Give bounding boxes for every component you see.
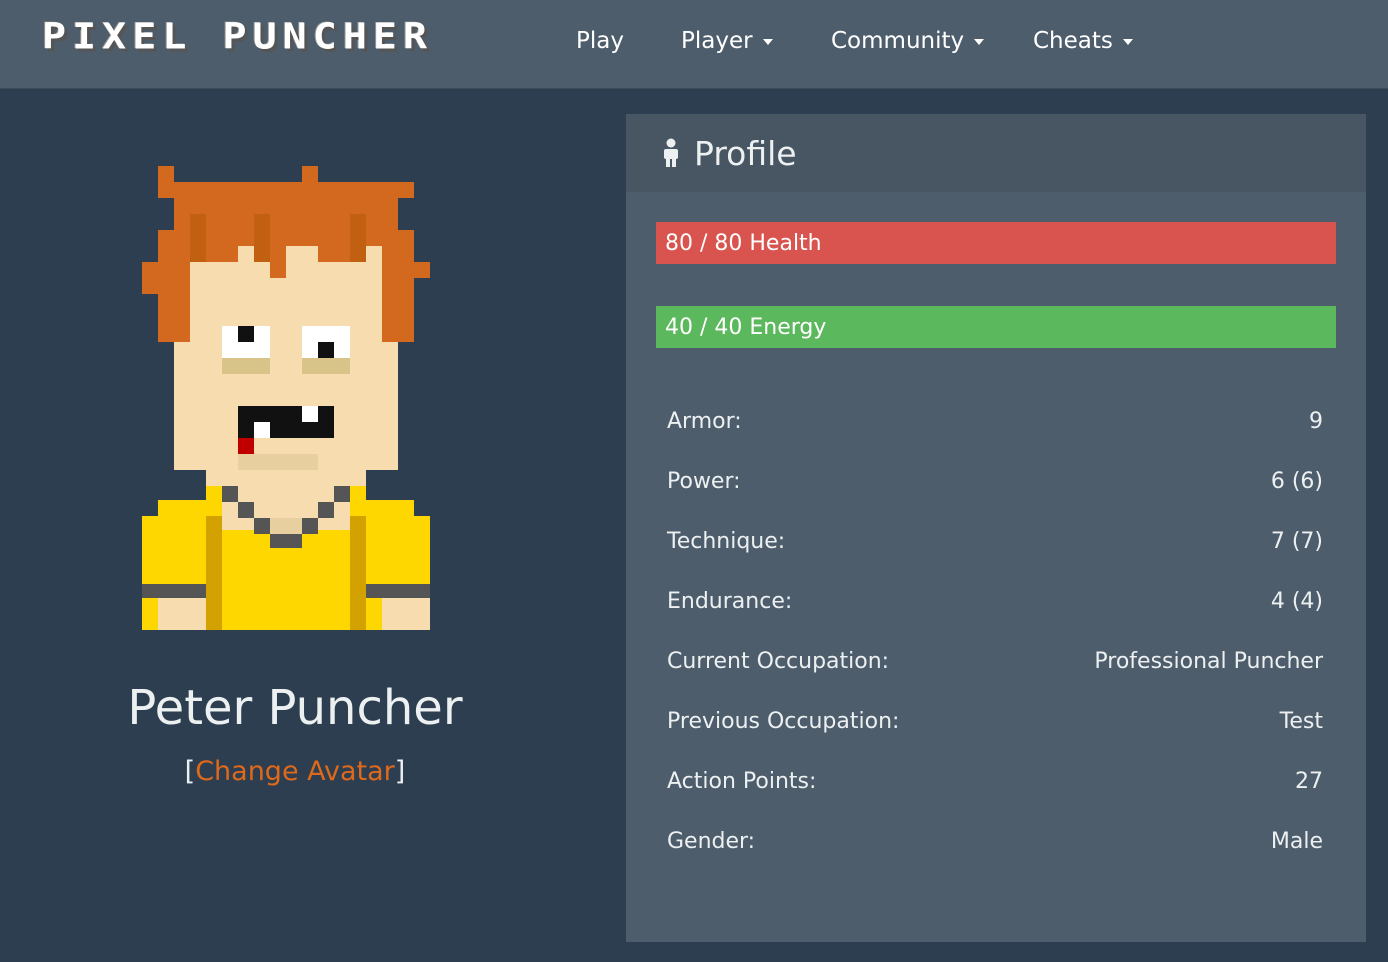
stat-label: Action Points: bbox=[667, 768, 817, 794]
energy-bar-label: 40 / 40 Energy bbox=[665, 314, 827, 340]
navbar: PIXEL PUNCHER Play Player Community Chea… bbox=[0, 0, 1388, 89]
player-name: Peter Puncher bbox=[127, 680, 463, 736]
caret-down-icon bbox=[974, 39, 985, 45]
brand-logo[interactable]: PIXEL PUNCHER bbox=[42, 16, 433, 57]
bracket-close: ] bbox=[394, 756, 406, 787]
caret-down-icon bbox=[1122, 39, 1133, 45]
panel-title: Profile bbox=[694, 133, 797, 173]
nav-community-label: Community bbox=[831, 28, 965, 54]
panel-heading: Profile bbox=[626, 114, 1366, 192]
change-avatar-link[interactable]: Change Avatar bbox=[195, 756, 395, 787]
pixel-avatar-image bbox=[142, 166, 430, 630]
nav-community-dropdown[interactable]: Community bbox=[831, 22, 985, 60]
user-icon bbox=[662, 138, 680, 168]
health-bar: 80 / 80 Health bbox=[656, 222, 1336, 264]
nav-play-label: Play bbox=[576, 28, 624, 54]
stat-label: Current Occupation: bbox=[667, 648, 890, 674]
change-avatar-wrapper: [Change Avatar] bbox=[0, 756, 590, 787]
stat-value: 9 bbox=[1309, 408, 1323, 434]
player-avatar bbox=[142, 166, 430, 634]
nav-player-dropdown[interactable]: Player bbox=[681, 22, 773, 60]
stat-value: 7 (7) bbox=[1270, 528, 1323, 554]
nav-cheats-dropdown[interactable]: Cheats bbox=[1033, 22, 1133, 60]
stat-value: 27 bbox=[1295, 768, 1323, 794]
health-bar-label: 80 / 80 Health bbox=[665, 230, 822, 256]
caret-down-icon bbox=[762, 39, 773, 45]
stat-value: Professional Puncher bbox=[1094, 648, 1323, 674]
stat-row-current-occupation: Current Occupation: Professional Puncher bbox=[667, 644, 1323, 678]
stat-value: Male bbox=[1270, 828, 1323, 854]
stat-row-action-points: Action Points: 27 bbox=[667, 764, 1323, 798]
stat-row-armor: Armor: 9 bbox=[667, 404, 1323, 438]
profile-panel: Profile 80 / 80 Health 40 / 40 Energy Ar… bbox=[626, 114, 1366, 942]
nav-cheats-label: Cheats bbox=[1033, 28, 1113, 54]
stat-value: Test bbox=[1279, 708, 1323, 734]
stat-row-gender: Gender: Male bbox=[667, 824, 1323, 858]
stat-row-power: Power: 6 (6) bbox=[667, 464, 1323, 498]
nav-play[interactable]: Play bbox=[576, 22, 624, 60]
nav-player-label: Player bbox=[681, 28, 753, 54]
stat-label: Armor: bbox=[667, 408, 742, 434]
stat-label: Endurance: bbox=[667, 588, 793, 614]
stat-value: 6 (6) bbox=[1270, 468, 1323, 494]
stat-label: Technique: bbox=[667, 528, 786, 554]
stat-value: 4 (4) bbox=[1270, 588, 1323, 614]
stat-label: Gender: bbox=[667, 828, 756, 854]
stat-label: Previous Occupation: bbox=[667, 708, 900, 734]
stat-row-technique: Technique: 7 (7) bbox=[667, 524, 1323, 558]
energy-bar: 40 / 40 Energy bbox=[656, 306, 1336, 348]
bracket-open: [ bbox=[184, 756, 196, 787]
stat-label: Power: bbox=[667, 468, 741, 494]
stat-row-previous-occupation: Previous Occupation: Test bbox=[667, 704, 1323, 738]
stat-row-endurance: Endurance: 4 (4) bbox=[667, 584, 1323, 618]
